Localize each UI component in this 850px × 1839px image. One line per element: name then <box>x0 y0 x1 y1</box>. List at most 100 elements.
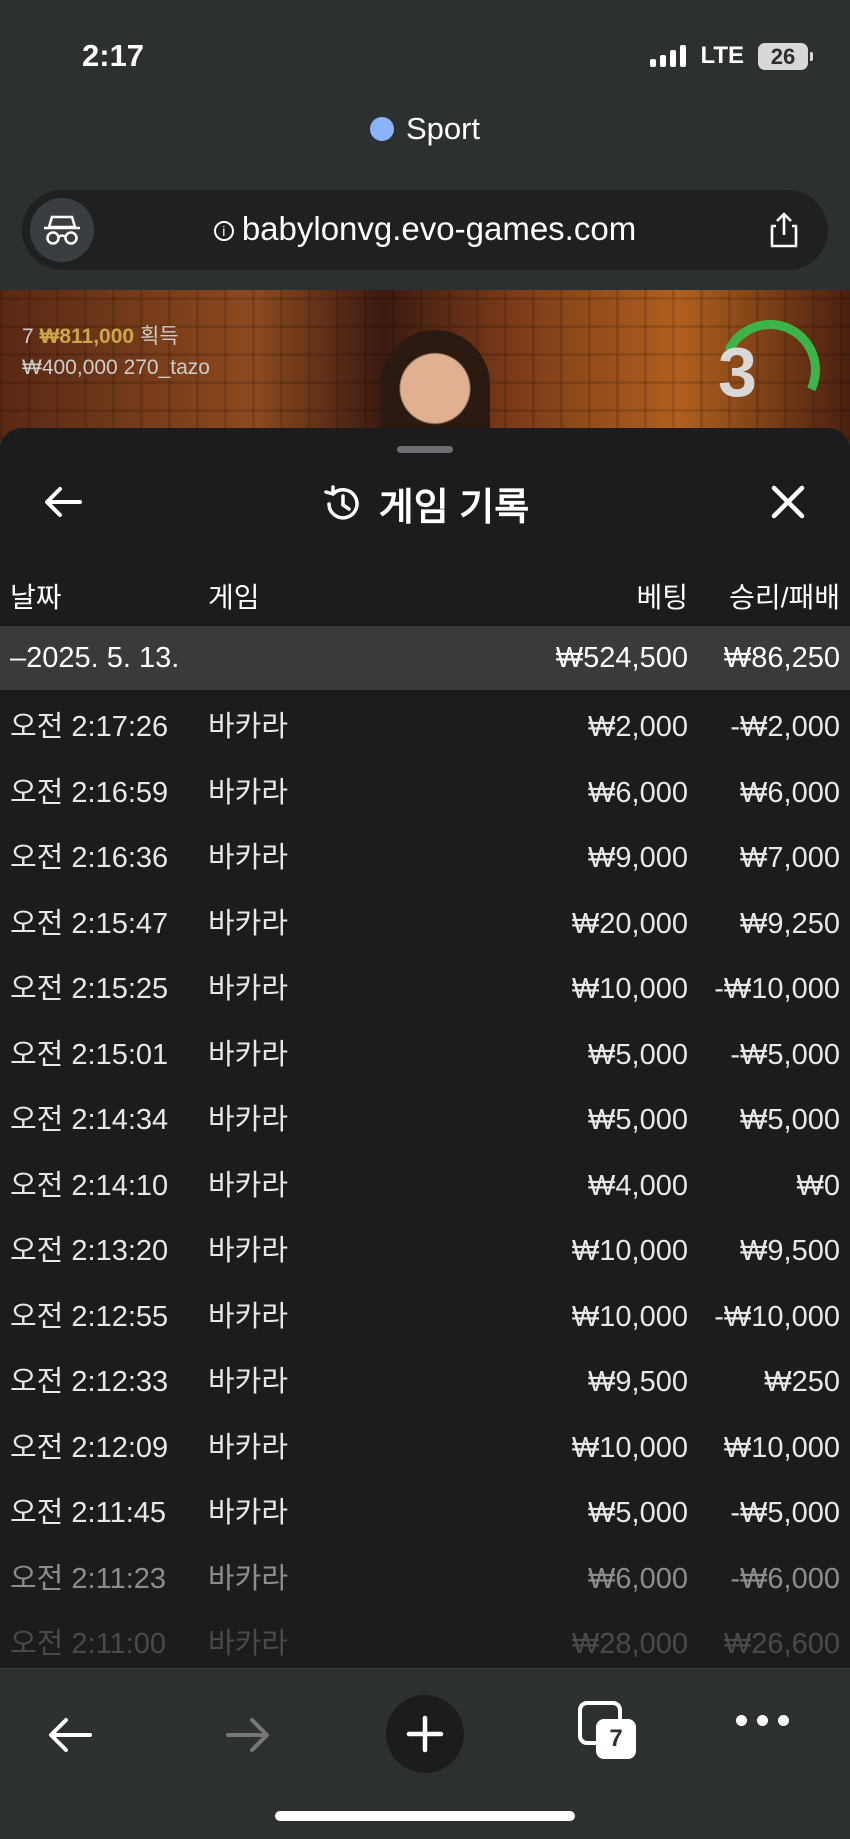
row-result: ₩250 <box>764 1366 840 1398</box>
row-time: 오전 2:15:25 <box>10 973 169 1005</box>
row-result: ₩9,500 <box>740 1235 840 1267</box>
tab-group-name: Sport <box>405 111 481 146</box>
network-type: LTE <box>700 42 744 69</box>
status-time: 2:17 <box>82 38 145 73</box>
more-menu-icon[interactable] <box>736 1715 789 1726</box>
day-total-result: ₩86,250 <box>723 642 840 674</box>
history-row[interactable]: 오전 2:12:33 바카라 ₩9,500 ₩250 <box>0 1353 850 1419</box>
history-row[interactable]: 오전 2:16:59 바카라 ₩6,000 ₩6,000 <box>0 764 850 830</box>
history-row[interactable]: 오전 2:12:09 바카라 ₩10,000 ₩10,000 <box>0 1419 850 1485</box>
url-bar[interactable]: i babylonvg.evo-games.com <box>22 190 828 270</box>
row-result: ₩5,000 <box>740 1104 840 1136</box>
history-list: 오전 2:17:26 바카라 ₩2,000 -₩2,000 오전 2:16:59 바카라… <box>0 698 850 1668</box>
tab-switcher-button[interactable]: 7 <box>574 1695 644 1765</box>
tab-group-label[interactable]: Sport <box>0 110 850 148</box>
column-header-game: 게임 <box>208 582 260 613</box>
row-bet: ₩5,000 <box>588 1104 688 1136</box>
row-bet: ₩9,000 <box>588 842 688 874</box>
forward-icon[interactable] <box>208 1695 288 1775</box>
row-result: -₩2,000 <box>730 711 840 743</box>
sheet-title-text: 게임 기록 <box>378 487 530 529</box>
history-row[interactable]: 오전 2:17:26 바카라 ₩2,000 -₩2,000 <box>0 698 850 764</box>
row-result: ₩26,600 <box>723 1628 840 1660</box>
dealer-image <box>380 330 490 440</box>
recent-win-count: 7 <box>22 325 40 348</box>
day-date: –2025. 5. 13. <box>10 642 180 674</box>
history-row[interactable]: 오전 2:11:00 바카라 ₩28,000 ₩26,600 <box>0 1615 850 1668</box>
row-bet: ₩6,000 <box>588 776 688 809</box>
row-time: 오전 2:14:10 <box>10 1169 169 1202</box>
history-row[interactable]: 오전 2:16:36 바카라 ₩9,000 ₩7,000 <box>0 829 850 895</box>
url-value: babylonvg.evo-games.com <box>241 210 637 247</box>
row-game: 바카라 <box>208 1562 289 1595</box>
row-bet: ₩2,000 <box>588 711 688 743</box>
home-indicator[interactable] <box>275 1811 575 1821</box>
row-time: 오전 2:12:55 <box>10 1300 169 1333</box>
row-result: ₩7,000 <box>740 842 840 874</box>
row-time: 오전 2:12:09 <box>10 1431 169 1464</box>
row-result: ₩9,250 <box>740 907 840 940</box>
row-time: 오전 2:14:34 <box>10 1104 169 1136</box>
row-bet: ₩10,000 <box>571 1235 688 1267</box>
row-game: 바카라 <box>208 776 289 809</box>
history-row[interactable]: 오전 2:15:25 바카라 ₩10,000 -₩10,000 <box>0 960 850 1026</box>
row-bet: ₩28,000 <box>571 1628 688 1660</box>
row-time: 오전 2:16:36 <box>10 842 169 874</box>
row-game: 바카라 <box>208 1104 289 1136</box>
row-game: 바카라 <box>208 1038 289 1071</box>
history-row[interactable]: 오전 2:11:23 바카라 ₩6,000 -₩6,000 <box>0 1550 850 1616</box>
row-result: -₩5,000 <box>730 1497 840 1529</box>
row-bet: ₩4,000 <box>588 1169 688 1202</box>
row-time: 오전 2:17:26 <box>10 711 169 743</box>
row-time: 오전 2:11:23 <box>10 1562 167 1595</box>
row-game: 바카라 <box>208 1497 289 1529</box>
row-game: 바카라 <box>208 1628 289 1660</box>
recent-bet-user: ₩400,000 270_tazo <box>22 356 210 379</box>
history-icon <box>324 484 359 520</box>
row-result: -₩10,000 <box>714 973 840 1005</box>
history-row[interactable]: 오전 2:12:55 바카라 ₩10,000 -₩10,000 <box>0 1288 850 1354</box>
history-row[interactable]: 오전 2:14:34 바카라 ₩5,000 ₩5,000 <box>0 1091 850 1157</box>
live-video[interactable]: 7 ₩811,000 획득 ₩400,000 270_tazo 3 <box>0 290 850 440</box>
row-result: ₩10,000 <box>723 1431 840 1464</box>
history-row[interactable]: 오전 2:15:47 바카라 ₩20,000 ₩9,250 <box>0 895 850 961</box>
site-info-icon[interactable]: i <box>213 221 234 241</box>
row-time: 오전 2:15:01 <box>10 1038 169 1071</box>
status-bar: 2:17 LTE 26 <box>0 0 850 110</box>
close-icon[interactable] <box>766 480 810 524</box>
history-row[interactable]: 오전 2:15:01 바카라 ₩5,000 -₩5,000 <box>0 1026 850 1092</box>
battery-icon: 26 <box>758 42 813 70</box>
column-header-result: 승리/패배 <box>729 582 840 613</box>
tabs-count-badge: 7 <box>596 1719 636 1759</box>
row-bet: ₩5,000 <box>588 1038 688 1071</box>
row-game: 바카라 <box>208 1169 289 1202</box>
recent-win-label: 획득 <box>139 325 179 348</box>
row-game: 바카라 <box>208 973 289 1005</box>
signal-icon <box>650 45 687 67</box>
new-tab-button[interactable] <box>386 1695 464 1773</box>
row-time: 오전 2:11:00 <box>10 1628 167 1660</box>
history-row[interactable]: 오전 2:13:20 바카라 ₩10,000 ₩9,500 <box>0 1222 850 1288</box>
history-row[interactable]: 오전 2:11:45 바카라 ₩5,000 -₩5,000 <box>0 1484 850 1550</box>
url-text[interactable]: i babylonvg.evo-games.com <box>22 210 828 248</box>
row-game: 바카라 <box>208 907 289 940</box>
drag-handle[interactable] <box>397 446 453 453</box>
sheet-title: 게임 기록 <box>0 476 850 531</box>
recent-win: 7 ₩811,000 획득 <box>22 320 179 350</box>
column-header-date: 날짜 <box>10 582 62 613</box>
row-time: 오전 2:12:33 <box>10 1366 169 1398</box>
row-result: -₩5,000 <box>730 1038 840 1071</box>
row-result: ₩0 <box>796 1169 841 1202</box>
back-icon[interactable] <box>30 1695 110 1775</box>
day-summary-row[interactable]: –2025. 5. 13. ₩524,500 ₩86,250 <box>0 626 850 690</box>
row-time: 오전 2:13:20 <box>10 1235 169 1267</box>
row-bet: ₩10,000 <box>571 1431 688 1464</box>
history-row[interactable]: 오전 2:14:10 바카라 ₩4,000 ₩0 <box>0 1157 850 1223</box>
share-icon[interactable] <box>764 210 804 250</box>
row-game: 바카라 <box>208 1431 289 1464</box>
row-result: -₩6,000 <box>730 1562 840 1595</box>
row-game: 바카라 <box>208 1366 289 1398</box>
row-time: 오전 2:15:47 <box>10 907 169 940</box>
row-time: 오전 2:11:45 <box>10 1497 167 1529</box>
row-game: 바카라 <box>208 1235 289 1267</box>
